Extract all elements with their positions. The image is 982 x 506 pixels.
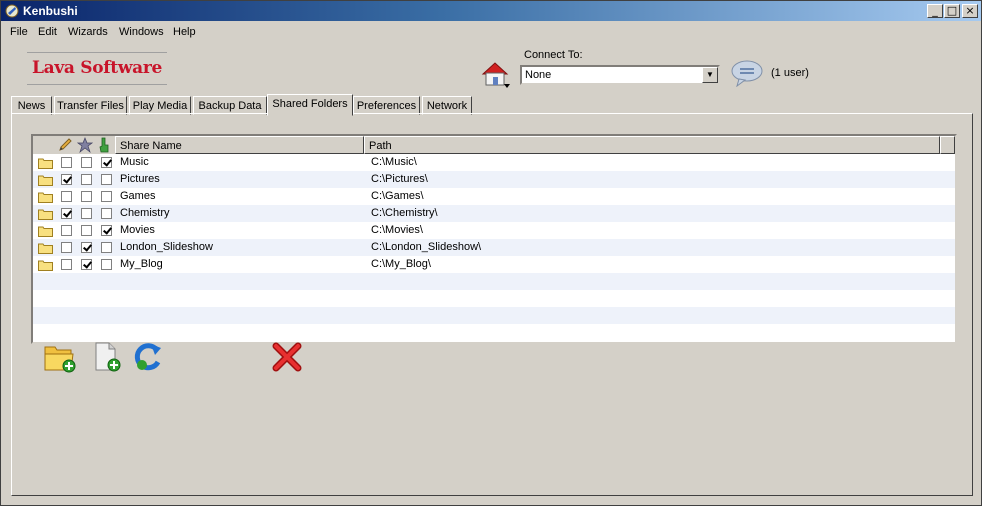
checkbox-permission-3[interactable]	[101, 208, 112, 219]
checkbox-permission-3[interactable]	[101, 225, 112, 236]
delete-icon[interactable]	[270, 340, 304, 374]
hand-icon[interactable]	[96, 137, 112, 153]
title-bar[interactable]: Kenbushi _ □ ×	[1, 1, 981, 21]
share-name: My_Blog	[120, 258, 163, 270]
checkbox-permission-1[interactable]	[61, 157, 72, 168]
home-icon[interactable]	[480, 60, 512, 90]
refresh-icon[interactable]	[131, 340, 165, 374]
checkbox-permission-2[interactable]	[81, 157, 92, 168]
connect-label: Connect To:	[524, 49, 583, 61]
checkbox-permission-2[interactable]	[81, 242, 92, 253]
share-path: C:\Games\	[371, 190, 424, 202]
close-button[interactable]: ×	[962, 4, 978, 18]
users-count: (1 user)	[771, 67, 809, 79]
checkbox-permission-1[interactable]	[61, 208, 72, 219]
menu-help[interactable]: Help	[173, 26, 196, 38]
checkbox-permission-2[interactable]	[81, 174, 92, 185]
folder-icon	[38, 226, 53, 237]
table-row[interactable]: London_Slideshow C:\London_Slideshow\	[33, 239, 955, 256]
empty-row	[33, 273, 955, 290]
table-row[interactable]: Pictures C:\Pictures\	[33, 171, 955, 188]
share-name: London_Slideshow	[120, 241, 213, 253]
share-name: Music	[120, 156, 149, 168]
share-name: Chemistry	[120, 207, 170, 219]
column-filler	[940, 136, 955, 154]
empty-row	[33, 324, 955, 341]
chat-icon[interactable]	[730, 59, 764, 87]
table-row[interactable]: My_Blog C:\My_Blog\	[33, 256, 955, 273]
app-window: Kenbushi _ □ × File Edit Wizards Windows…	[0, 0, 982, 506]
folder-icon	[38, 260, 53, 271]
checkbox-permission-1[interactable]	[61, 242, 72, 253]
checkbox-permission-1[interactable]	[61, 259, 72, 270]
share-path: C:\Pictures\	[371, 173, 428, 185]
table-row[interactable]: Games C:\Games\	[33, 188, 955, 205]
menu-windows[interactable]: Windows	[119, 26, 164, 38]
share-path: C:\Chemistry\	[371, 207, 438, 219]
table-row[interactable]: Movies C:\Movies\	[33, 222, 955, 239]
checkbox-permission-2[interactable]	[81, 259, 92, 270]
shares-list[interactable]: Share Name Path Music C:\Music\ Pictures…	[31, 134, 957, 344]
logo-text: Lava Software	[31, 58, 163, 78]
checkbox-permission-2[interactable]	[81, 191, 92, 202]
tab-shared-folders[interactable]: Shared Folders	[267, 94, 353, 116]
menu-wizards[interactable]: Wizards	[68, 26, 108, 38]
empty-row	[33, 290, 955, 307]
pencil-icon[interactable]	[57, 137, 73, 153]
list-header: Share Name Path	[33, 136, 955, 154]
menu-edit[interactable]: Edit	[38, 26, 57, 38]
menu-file[interactable]: File	[10, 26, 28, 38]
folder-icon	[38, 209, 53, 220]
window-title: Kenbushi	[23, 4, 78, 18]
chevron-down-icon[interactable]: ▼	[702, 67, 718, 83]
folder-icon	[38, 175, 53, 186]
empty-row	[33, 307, 955, 324]
share-path: C:\London_Slideshow\	[371, 241, 482, 253]
add-file-icon[interactable]	[91, 340, 125, 374]
folder-icon	[38, 158, 53, 169]
share-path: C:\My_Blog\	[371, 258, 431, 270]
checkbox-permission-3[interactable]	[101, 157, 112, 168]
app-icon	[5, 4, 19, 18]
add-folder-icon[interactable]	[43, 340, 77, 374]
checkbox-permission-3[interactable]	[101, 174, 112, 185]
share-path: C:\Movies\	[371, 224, 423, 236]
checkbox-permission-2[interactable]	[81, 208, 92, 219]
checkbox-permission-1[interactable]	[61, 174, 72, 185]
share-name: Movies	[120, 224, 155, 236]
checkbox-permission-1[interactable]	[61, 191, 72, 202]
checkbox-permission-3[interactable]	[101, 191, 112, 202]
share-name: Pictures	[120, 173, 160, 185]
star-icon[interactable]	[77, 137, 93, 153]
checkbox-permission-2[interactable]	[81, 225, 92, 236]
checkbox-permission-3[interactable]	[101, 242, 112, 253]
column-share-name[interactable]: Share Name	[115, 136, 364, 154]
share-name: Games	[120, 190, 156, 202]
shared-folders-panel: Share Name Path Music C:\Music\ Pictures…	[11, 113, 973, 496]
share-path: C:\Music\	[371, 156, 417, 168]
connect-select[interactable]: None ▼	[520, 65, 720, 85]
maximize-button[interactable]: □	[944, 4, 960, 18]
table-row[interactable]: Chemistry C:\Chemistry\	[33, 205, 955, 222]
column-path[interactable]: Path	[364, 136, 940, 154]
folder-icon	[38, 243, 53, 254]
folder-icon	[38, 192, 53, 203]
menu-bar: File Edit Wizards Windows Help	[1, 22, 981, 42]
checkbox-permission-1[interactable]	[61, 225, 72, 236]
connect-value: None	[525, 69, 552, 81]
logo: Lava Software	[27, 52, 167, 85]
checkbox-permission-3[interactable]	[101, 259, 112, 270]
table-row[interactable]: Music C:\Music\	[33, 154, 955, 171]
minimize-button[interactable]: _	[927, 4, 943, 18]
